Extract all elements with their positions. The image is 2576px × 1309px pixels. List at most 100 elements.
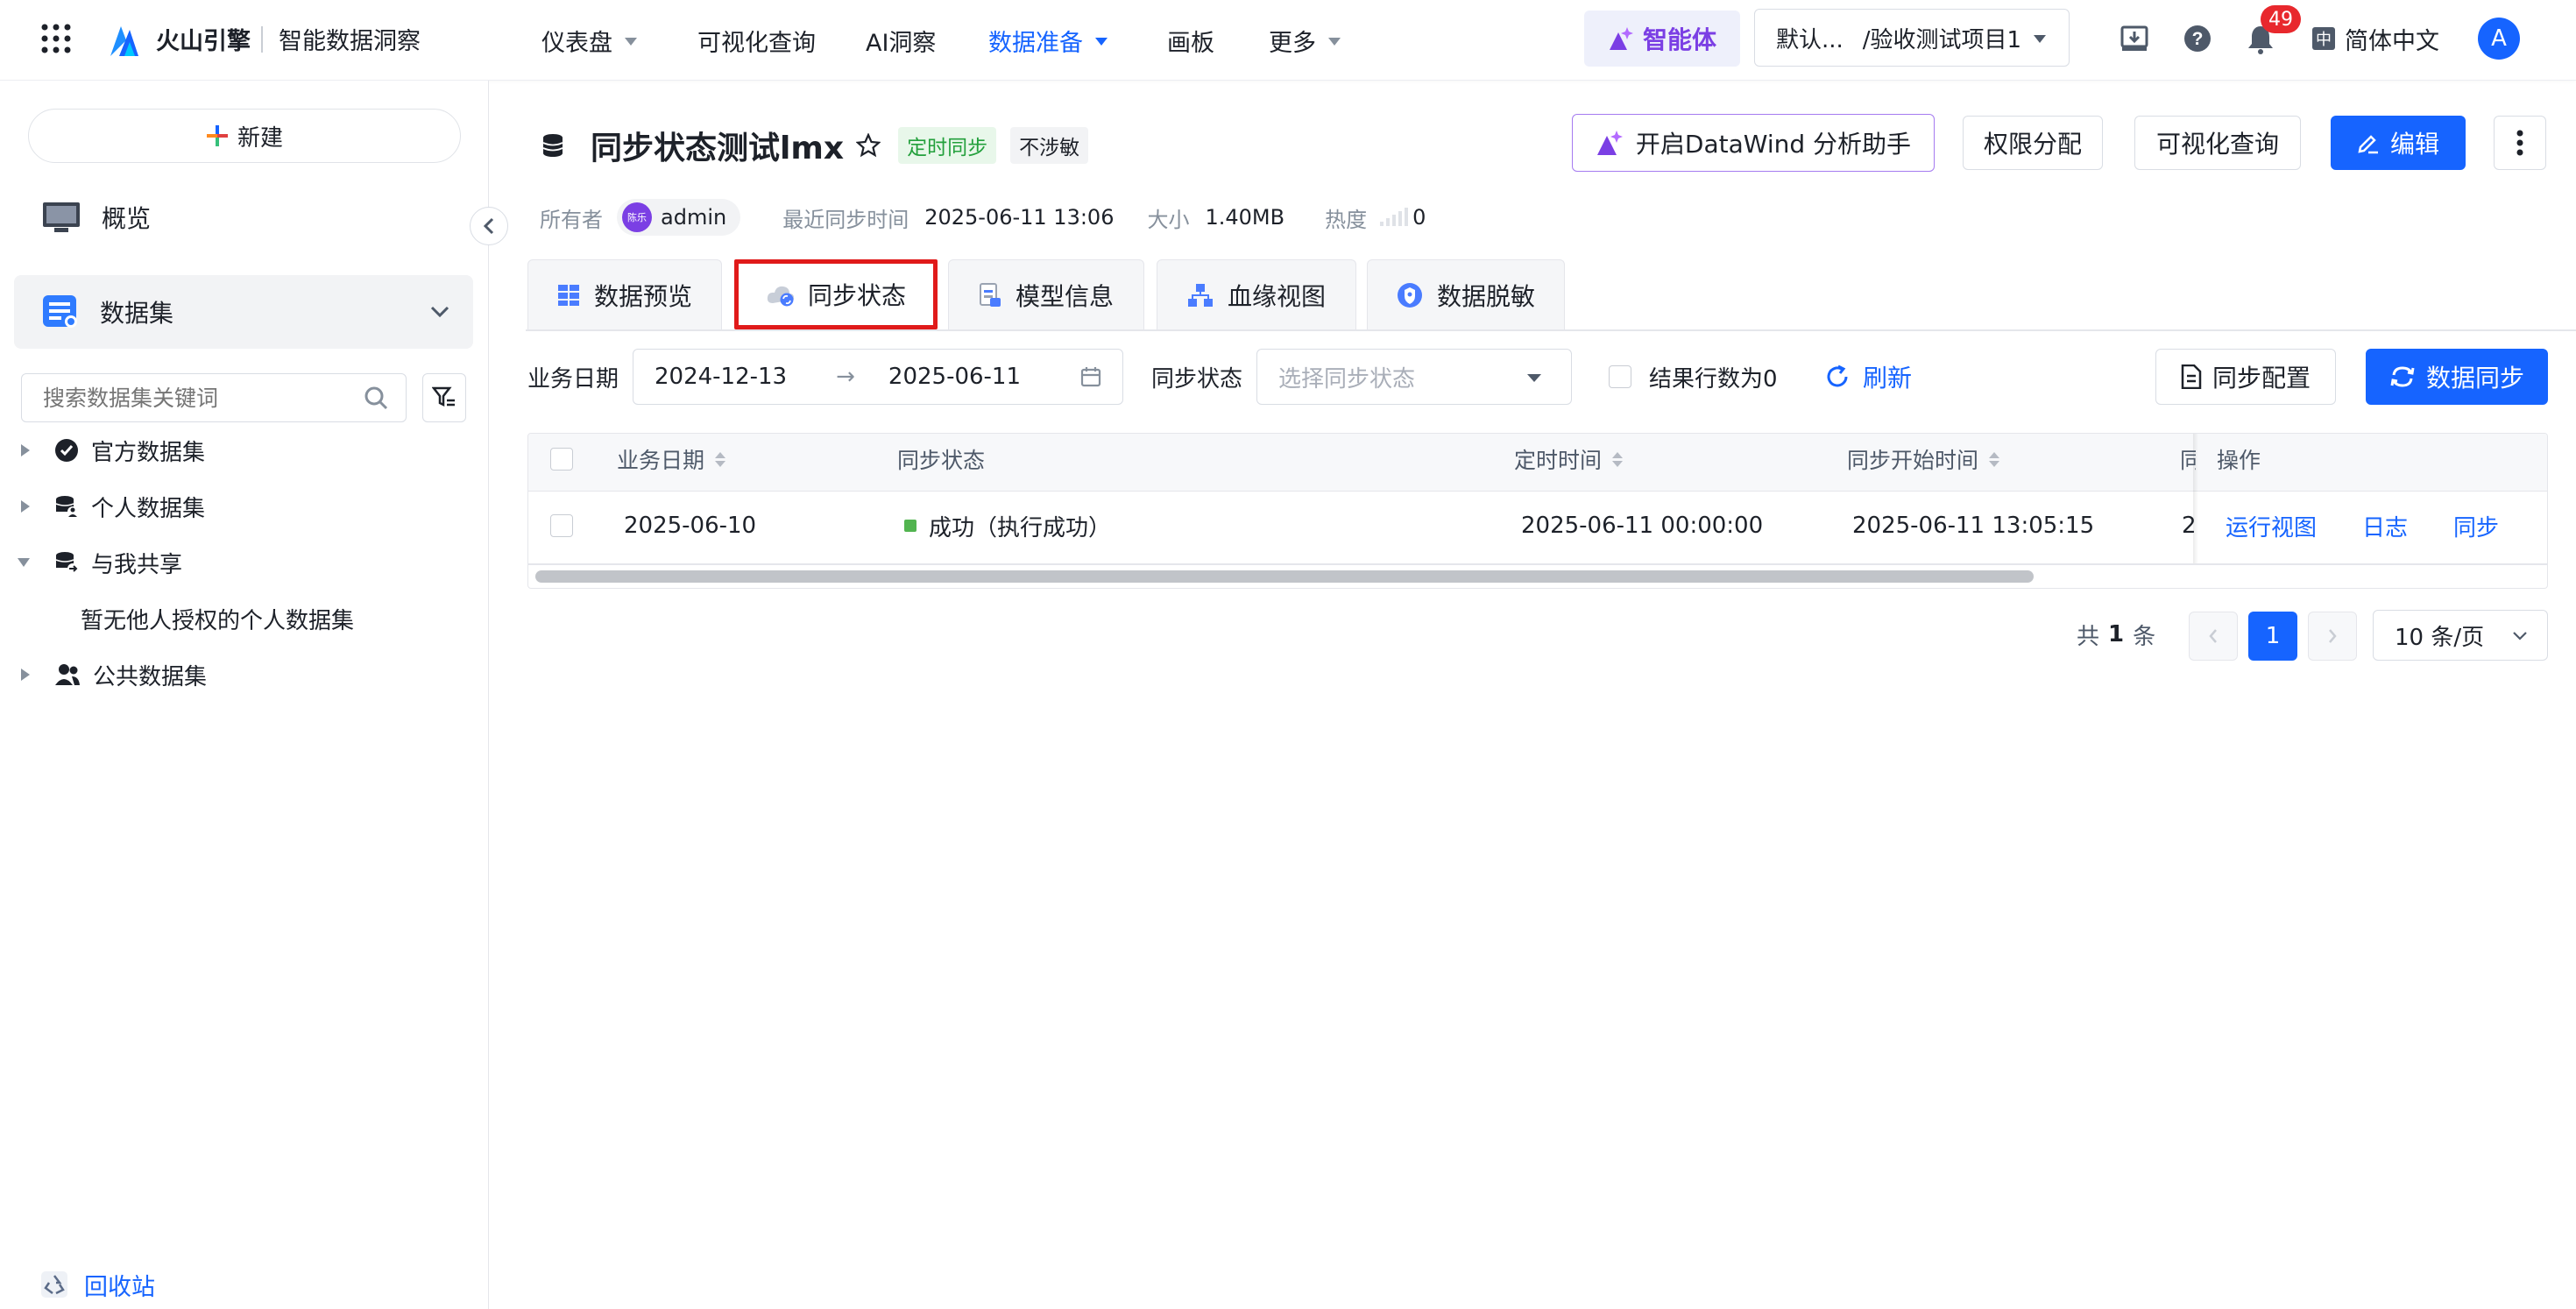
- nav-canvas[interactable]: 画板: [1167, 0, 1214, 81]
- star-icon[interactable]: [856, 133, 881, 158]
- prev-page-button[interactable]: [2189, 612, 2238, 661]
- owner-name: admin: [661, 205, 727, 230]
- nav-data-prep-label: 数据准备: [988, 29, 1083, 57]
- owner-chip[interactable]: 陈乐 admin: [617, 199, 741, 236]
- plus-icon: [206, 125, 228, 146]
- next-page-button[interactable]: [2308, 612, 2357, 661]
- collapse-sidebar-button[interactable]: [470, 207, 508, 245]
- collapse-caret-icon[interactable]: [18, 558, 30, 567]
- tabs-baseline: [526, 329, 2576, 331]
- visual-query-button[interactable]: 可视化查询: [2134, 116, 2301, 170]
- tree-item-label: 个人数据集: [91, 495, 206, 522]
- tab-label: 同步状态: [807, 281, 906, 310]
- status-select[interactable]: 选择同步状态: [1256, 349, 1572, 405]
- column-sync-start[interactable]: 同步开始时间: [1847, 433, 2000, 485]
- status-filter-label: 同步状态: [1151, 365, 1243, 393]
- help-icon[interactable]: ?: [2183, 25, 2212, 53]
- select-all-checkbox[interactable]: [550, 448, 573, 471]
- agent-button[interactable]: 智能体: [1584, 11, 1740, 67]
- nav-ai-insight[interactable]: AI洞察: [866, 0, 936, 81]
- tree-item-public[interactable]: 公共数据集: [0, 650, 473, 699]
- header-checkbox[interactable]: [550, 433, 573, 485]
- column-business-date[interactable]: 业务日期: [617, 433, 726, 485]
- svg-text:中: 中: [2316, 31, 2332, 49]
- product-name: 智能数据洞察: [279, 27, 421, 55]
- dataset-search-field[interactable]: [43, 385, 341, 411]
- notification-badge: 49: [2261, 5, 2301, 33]
- refresh-button[interactable]: 刷新: [1824, 349, 1912, 405]
- new-button[interactable]: 新建: [28, 109, 461, 163]
- download-center-icon[interactable]: [2120, 25, 2148, 53]
- tree-item-official[interactable]: 官方数据集: [0, 426, 473, 475]
- sync-config-label: 同步配置: [2212, 364, 2311, 393]
- cell-sync-start: 2025-06-11 13:05:15: [1852, 513, 2095, 539]
- chevron-down-icon: [1527, 374, 1541, 382]
- checkbox-box[interactable]: [1609, 365, 1631, 388]
- nav-dashboard[interactable]: 仪表盘: [541, 0, 637, 81]
- page-size-select[interactable]: 10 条/页: [2373, 610, 2548, 661]
- expand-caret-icon[interactable]: [21, 669, 30, 681]
- sync-link[interactable]: 同步: [2453, 498, 2499, 554]
- row-checkbox[interactable]: [550, 498, 573, 554]
- tab-model-info[interactable]: 模型信息: [948, 259, 1144, 329]
- filter-button[interactable]: [422, 373, 466, 422]
- data-sync-button[interactable]: 数据同步: [2366, 349, 2548, 405]
- horizontal-scrollbar[interactable]: [535, 570, 2034, 583]
- page-1-button[interactable]: 1: [2248, 612, 2297, 661]
- date-end[interactable]: 2025-06-11: [888, 364, 1021, 390]
- sensitivity-tag: 不涉敏: [1010, 127, 1089, 164]
- sidebar-item-datasets[interactable]: 数据集: [14, 275, 473, 349]
- nav-visual-query[interactable]: 可视化查询: [697, 0, 816, 81]
- visual-query-button-label: 可视化查询: [2155, 130, 2279, 159]
- sidebar-item-overview[interactable]: 概览: [14, 186, 473, 249]
- permission-button[interactable]: 权限分配: [1963, 116, 2103, 170]
- log-link[interactable]: 日志: [2362, 498, 2408, 554]
- tab-sync-status[interactable]: 同步状态: [734, 259, 938, 329]
- dataset-icon: [43, 295, 77, 328]
- row-select-checkbox[interactable]: [550, 514, 573, 537]
- zero-rows-checkbox[interactable]: 结果行数为0: [1609, 349, 1778, 405]
- nav-more[interactable]: 更多: [1269, 0, 1341, 81]
- user-avatar[interactable]: A: [2478, 18, 2520, 60]
- mask-icon: [1397, 282, 1422, 308]
- grid-icon: [557, 284, 579, 306]
- expand-caret-icon[interactable]: [21, 500, 30, 513]
- expand-caret-icon[interactable]: [21, 444, 30, 456]
- overview-label: 概览: [102, 204, 152, 233]
- dataset-search-input[interactable]: [21, 373, 407, 422]
- last-sync-value: 2025-06-11 13:06: [924, 205, 1115, 230]
- datawind-assistant-button[interactable]: 开启DataWind 分析助手: [1572, 114, 1935, 172]
- date-range-picker[interactable]: 2024-12-13 → 2025-06-11: [633, 349, 1123, 405]
- run-view-link[interactable]: 运行视图: [2226, 498, 2317, 554]
- cloud-sync-icon: [767, 286, 795, 307]
- edit-pencil-icon: [2358, 135, 2378, 154]
- sort-icon[interactable]: [715, 451, 726, 467]
- edit-button[interactable]: 编辑: [2331, 116, 2466, 170]
- tree-empty-text: 暂无他人授权的个人数据集: [0, 594, 473, 643]
- date-start[interactable]: 2024-12-13: [655, 364, 787, 390]
- tree-item-label: 与我共享: [91, 551, 183, 578]
- sort-icon[interactable]: [1989, 451, 2000, 467]
- column-label: 同步状态: [897, 448, 986, 473]
- tab-data-masking[interactable]: 数据脱敏: [1367, 259, 1565, 329]
- dataset-meta-row: 所有者 陈乐 admin 最近同步时间 2025-06-11 13:06 大小 …: [540, 198, 1426, 237]
- lineage-icon: [1187, 283, 1213, 307]
- sync-config-button[interactable]: 同步配置: [2155, 349, 2336, 405]
- app-grid-icon[interactable]: [40, 23, 72, 54]
- column-scheduled-time[interactable]: 定时时间: [1514, 433, 1624, 485]
- search-icon[interactable]: [364, 386, 388, 410]
- sort-icon[interactable]: [1612, 451, 1624, 467]
- tree-item-shared[interactable]: 与我共享: [0, 538, 473, 587]
- sidebar: 新建 概览 数据集 搜索数据集关键词 官方数据集 个人数据集 与我共享 暂无他人…: [0, 81, 489, 1309]
- data-sync-label: 数据同步: [2425, 364, 2524, 393]
- language-switch[interactable]: 中 简体中文: [2311, 0, 2439, 77]
- more-actions-button[interactable]: [2494, 116, 2546, 170]
- recycle-bin-link[interactable]: 回收站: [40, 1265, 155, 1304]
- tab-data-preview[interactable]: 数据预览: [527, 259, 722, 329]
- nav-data-prep[interactable]: 数据准备: [988, 0, 1108, 81]
- tree-item-personal[interactable]: 个人数据集: [0, 482, 473, 531]
- edit-button-label: 编辑: [2389, 130, 2439, 159]
- tab-lineage[interactable]: 血缘视图: [1157, 259, 1356, 329]
- brand-name: 火山引擎: [156, 27, 251, 55]
- project-selector[interactable]: 默认... /验收测试项目1: [1754, 9, 2070, 67]
